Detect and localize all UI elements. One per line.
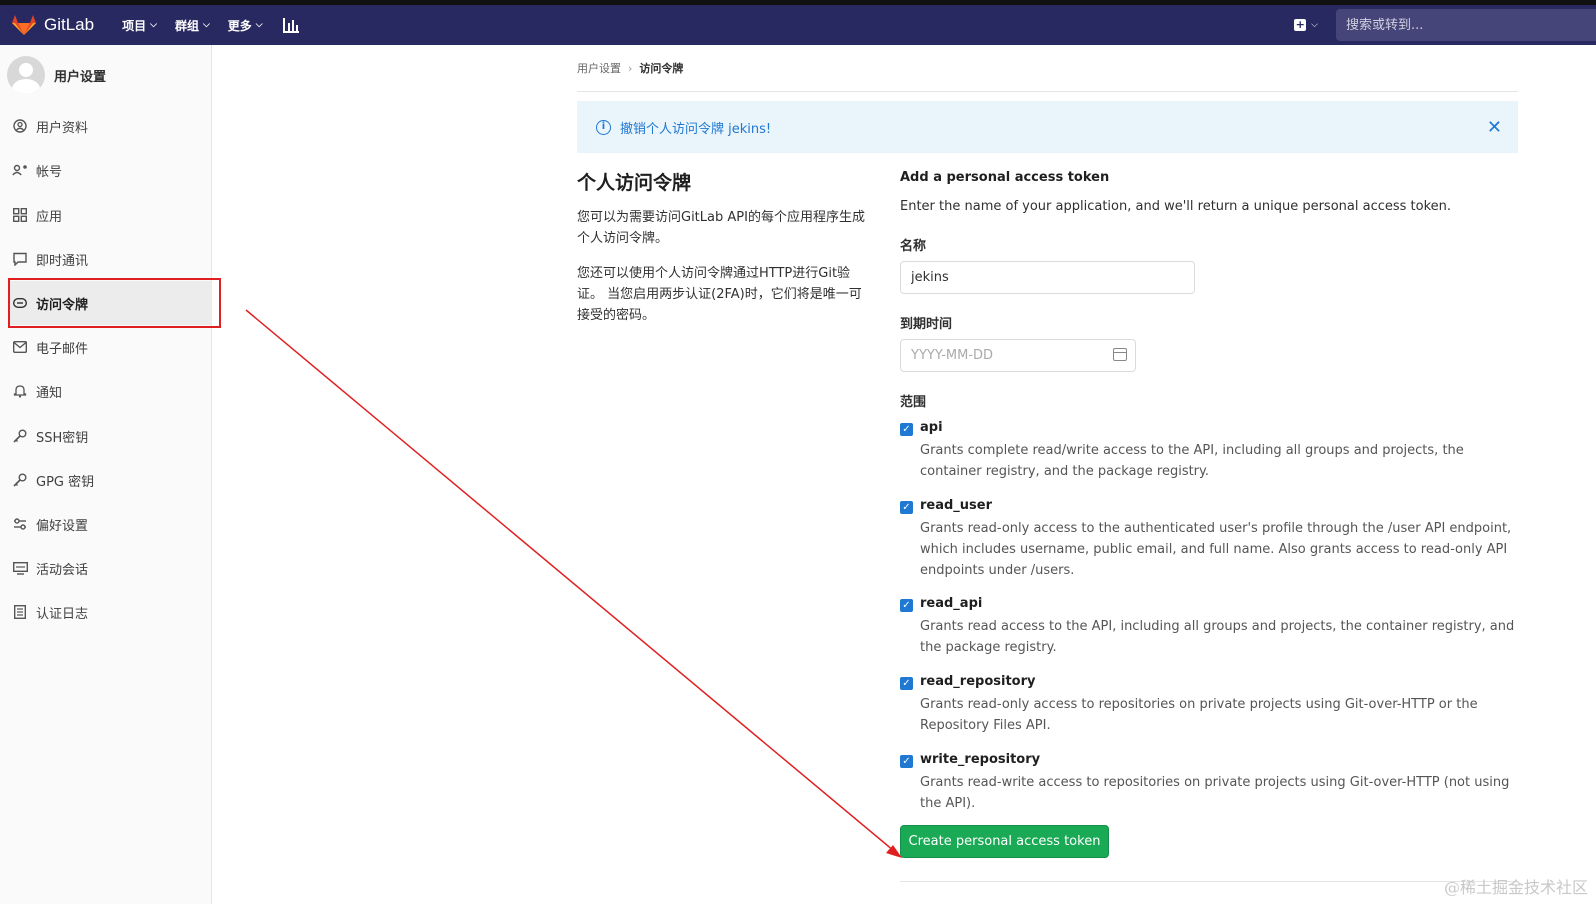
scope-read-user-checkbox[interactable]: ✓ bbox=[900, 501, 913, 514]
scope-description: Grants complete read/write access to the… bbox=[920, 443, 1464, 479]
scope-description: Grants read access to the API, including… bbox=[920, 619, 1515, 655]
close-icon[interactable]: ✕ bbox=[1487, 117, 1502, 138]
key-icon bbox=[12, 428, 28, 444]
search-input[interactable] bbox=[1336, 9, 1596, 41]
activity-chart-icon[interactable] bbox=[282, 17, 299, 33]
nav-more[interactable]: 更多 ⌵ bbox=[228, 17, 263, 34]
scope-description: Grants read-only access to repositories … bbox=[920, 697, 1478, 733]
sidebar-item-label: 帐号 bbox=[36, 164, 63, 180]
form-title: Add a personal access token bbox=[900, 170, 1110, 185]
sidebar-item-label: SSH密钥 bbox=[36, 430, 89, 446]
sidebar-item-label: 电子邮件 bbox=[36, 341, 89, 357]
chevron-down-icon: ⌵ bbox=[255, 20, 263, 30]
info-alert: i 撤销个人访问令牌 jekins! ✕ bbox=[577, 101, 1518, 153]
scope-name: read_repository bbox=[920, 674, 1036, 689]
scope-name: api bbox=[920, 420, 943, 435]
sidebar-title: 用户设置 bbox=[54, 69, 107, 85]
scope-description: Grants read-write access to repositories… bbox=[920, 775, 1510, 811]
sidebar-header: 用户设置 bbox=[0, 45, 211, 105]
watermark: @稀土掘金技术社区 bbox=[1443, 878, 1588, 897]
scope-read-repository-checkbox[interactable]: ✓ bbox=[900, 677, 913, 690]
create-token-button[interactable]: Create personal access token bbox=[900, 825, 1109, 858]
alert-message: 撤销个人访问令牌 jekins! bbox=[620, 121, 772, 137]
calendar-icon[interactable] bbox=[1113, 348, 1127, 361]
expires-label: 到期时间 bbox=[900, 317, 953, 332]
scope-write-repository-checkbox[interactable]: ✓ bbox=[900, 755, 913, 768]
breadcrumb-divider bbox=[577, 91, 1518, 92]
sidebar-item-chat[interactable]: 即时通讯 bbox=[8, 237, 220, 281]
nav-projects-label: 项目 bbox=[122, 18, 147, 33]
gitlab-logo[interactable]: GitLab bbox=[12, 5, 94, 45]
nav-groups-label: 群组 bbox=[174, 18, 199, 33]
sidebar-item-emails[interactable]: 电子邮件 bbox=[8, 325, 220, 369]
new-item-button[interactable]: + ⌵ bbox=[1294, 19, 1318, 31]
scope-api-checkbox[interactable]: ✓ bbox=[900, 423, 913, 436]
bell-icon bbox=[12, 383, 28, 399]
chevron-down-icon: ⌵ bbox=[1311, 20, 1318, 30]
sidebar-item-account[interactable]: 帐号 bbox=[8, 148, 220, 192]
scope-description: Grants read-only access to the authentic… bbox=[920, 521, 1512, 578]
scope-name: read_api bbox=[920, 596, 983, 611]
token-name-input[interactable] bbox=[900, 261, 1195, 294]
expires-date-picker bbox=[900, 339, 1136, 372]
mail-icon bbox=[12, 339, 28, 355]
expires-date-input[interactable] bbox=[900, 339, 1136, 372]
intro-section: 个人访问令牌 您可以为需要访问GitLab API的每个应用程序生成个人访问令牌… bbox=[577, 168, 867, 340]
nav-groups[interactable]: 群组 ⌵ bbox=[175, 17, 210, 34]
sidebar-item-label: 偏好设置 bbox=[36, 518, 89, 534]
sidebar-item-label: 认证日志 bbox=[36, 606, 89, 622]
page-title: 个人访问令牌 bbox=[577, 172, 692, 194]
sidebar-item-label: 活动会话 bbox=[36, 562, 89, 578]
chevron-right-icon: › bbox=[628, 61, 633, 75]
chat-icon bbox=[12, 251, 28, 267]
sidebar-item-ssh-keys[interactable]: SSH密钥 bbox=[8, 414, 220, 458]
sidebar-item-profile[interactable]: 用户资料 bbox=[8, 104, 220, 148]
sidebar-item-label: 即时通讯 bbox=[36, 253, 89, 269]
account-icon bbox=[12, 162, 28, 178]
sidebar-item-label: 用户资料 bbox=[36, 120, 89, 136]
navbar-right: + ⌵ bbox=[1294, 5, 1596, 45]
sidebar-item-auth-log[interactable]: 认证日志 bbox=[8, 590, 220, 634]
monitor-icon bbox=[12, 560, 28, 576]
scope-read-api-checkbox[interactable]: ✓ bbox=[900, 599, 913, 612]
plus-icon: + bbox=[1294, 18, 1307, 31]
chevron-down-icon: ⌵ bbox=[150, 20, 157, 30]
form-description: Enter the name of your application, and … bbox=[900, 199, 1452, 214]
scope-name: write_repository bbox=[920, 752, 1041, 767]
nav-projects[interactable]: 项目 ⌵ bbox=[122, 17, 157, 34]
applications-icon bbox=[12, 207, 28, 223]
top-navbar: GitLab 项目 ⌵ 群组 ⌵ 更多 ⌵ + ⌵ bbox=[0, 5, 1596, 45]
preferences-icon bbox=[12, 516, 28, 532]
intro-paragraph-2: 您还可以使用个人访问令牌通过HTTP进行Git验证。 当您启用两步认证(2FA)… bbox=[577, 266, 862, 323]
profile-icon bbox=[12, 118, 28, 134]
sidebar-item-notifications[interactable]: 通知 bbox=[8, 369, 220, 413]
sidebar-item-label: 应用 bbox=[36, 209, 63, 225]
key-icon bbox=[12, 472, 28, 488]
log-icon bbox=[12, 604, 28, 620]
annotation-highlight-box bbox=[8, 278, 221, 328]
sidebar-item-applications[interactable]: 应用 bbox=[8, 193, 220, 237]
logo-text: GitLab bbox=[44, 15, 95, 34]
sidebar-item-label: GPG 密钥 bbox=[36, 474, 95, 490]
breadcrumb-parent[interactable]: 用户设置 bbox=[577, 60, 621, 76]
scopes-label: 范围 bbox=[900, 395, 927, 410]
breadcrumb: 用户设置 › 访问令牌 bbox=[577, 60, 683, 76]
sidebar-item-label: 通知 bbox=[36, 385, 63, 401]
sidebar-item-gpg-keys[interactable]: GPG 密钥 bbox=[8, 458, 220, 502]
breadcrumb-current[interactable]: 访问令牌 bbox=[639, 60, 683, 76]
scope-name: read_user bbox=[920, 498, 993, 513]
avatar[interactable] bbox=[7, 56, 45, 94]
sidebar-item-preferences[interactable]: 偏好设置 bbox=[8, 502, 220, 546]
info-icon: i bbox=[596, 119, 611, 135]
gitlab-fox-icon bbox=[12, 15, 36, 35]
form-bottom-divider bbox=[900, 881, 1518, 882]
token-form: Add a personal access token Enter the na… bbox=[900, 170, 1518, 858]
chevron-down-icon: ⌵ bbox=[202, 20, 210, 30]
name-label: 名称 bbox=[900, 239, 927, 254]
intro-paragraph-1: 您可以为需要访问GitLab API的每个应用程序生成个人访问令牌。 bbox=[577, 210, 865, 246]
nav-more-label: 更多 bbox=[227, 18, 252, 33]
sidebar-item-active-sessions[interactable]: 活动会话 bbox=[8, 546, 220, 590]
